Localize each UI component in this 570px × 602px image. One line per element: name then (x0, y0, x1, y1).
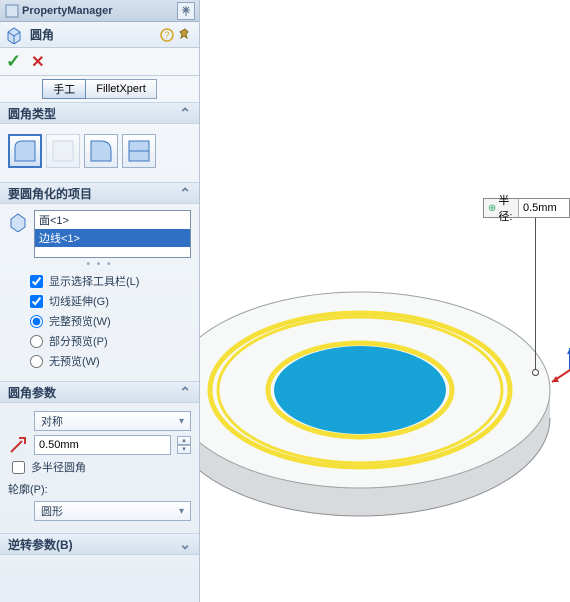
profile-select[interactable]: 圆形▾ (34, 501, 191, 521)
section-title: 逆转参数(B) (8, 536, 73, 553)
svg-text:?: ? (164, 30, 169, 40)
section-title: 圆角参数 (8, 384, 56, 401)
mode-tabs: 手工 FilletXpert (0, 76, 199, 102)
tab-manual[interactable]: 手工 (42, 79, 86, 99)
radius-callout[interactable]: 半径: 0.5mm (483, 198, 570, 218)
list-item[interactable]: 边线<1> (35, 229, 190, 247)
origin-triad[interactable] (545, 345, 570, 395)
spin-down[interactable]: ▾ (177, 445, 191, 454)
pin-button[interactable] (177, 2, 195, 20)
model-graphics (200, 0, 570, 602)
option-full-preview[interactable]: 完整预览(W) (8, 311, 191, 331)
option-multi-radius[interactable]: 多半径圆角 (8, 457, 191, 477)
section-items[interactable]: 要圆角化的项目 ⌃ (0, 182, 199, 204)
option-show-toolbar[interactable]: 显示选择工具栏(L) (8, 271, 191, 291)
blank-icon (8, 411, 28, 431)
fillet-icon (6, 26, 24, 44)
chevron-up-icon: ⌃ (179, 185, 191, 202)
option-no-preview[interactable]: 无预览(W) (8, 351, 191, 371)
callout-anchor (532, 369, 539, 376)
section-params[interactable]: 圆角参数 ⌃ (0, 381, 199, 403)
chevron-up-icon: ⌃ (179, 384, 191, 401)
ok-button[interactable]: ✓ (6, 51, 21, 72)
items-body: 面<1> 边线<1> • • • 显示选择工具栏(L) 切线延伸(G) 完整预览… (0, 204, 199, 381)
chevron-down-icon: ▾ (179, 506, 184, 517)
type-full-round[interactable] (122, 134, 156, 168)
ok-cancel-bar: ✓ ✕ (0, 48, 199, 76)
chevron-up-icon: ⌃ (179, 105, 191, 122)
callout-label: 半径: (484, 199, 519, 217)
feature-name: 圆角 (30, 26, 157, 43)
resize-grip[interactable]: • • • (8, 258, 191, 271)
list-item[interactable]: 面<1> (35, 211, 190, 229)
pushpin-icon[interactable] (177, 27, 193, 43)
callout-leader (535, 218, 536, 372)
symmetry-select[interactable]: 对称▾ (34, 411, 191, 431)
cancel-button[interactable]: ✕ (31, 52, 44, 72)
radius-spinner[interactable]: ▴▾ (177, 436, 191, 454)
profile-label: 轮廓(P): (8, 477, 191, 499)
section-title: 圆角类型 (8, 105, 56, 122)
selection-list[interactable]: 面<1> 边线<1> (34, 210, 191, 258)
section-fillet-type[interactable]: 圆角类型 ⌃ (0, 102, 199, 124)
edge-select-icon (8, 212, 28, 232)
titlebar: PropertyManager (0, 0, 199, 22)
type-constant-radius[interactable] (8, 134, 42, 168)
spin-up[interactable]: ▴ (177, 436, 191, 445)
params-body: 对称▾ 0.50mm ▴▾ 多半径圆角 轮廓(P): 圆形▾ (0, 403, 199, 533)
property-manager-panel: PropertyManager 圆角 ? ✓ ✕ 手工 FilletXpert … (0, 0, 200, 602)
panel-icon (4, 3, 20, 19)
blank-icon (8, 501, 28, 521)
tab-filletxpert[interactable]: FilletXpert (86, 79, 157, 99)
option-tangent[interactable]: 切线延伸(G) (8, 291, 191, 311)
chevron-down-icon: ▾ (179, 416, 184, 427)
type-variable-radius[interactable] (46, 134, 80, 168)
fillet-type-body (0, 124, 199, 182)
help-icon[interactable]: ? (159, 27, 175, 43)
titlebar-title: PropertyManager (22, 5, 177, 17)
option-partial-preview[interactable]: 部分预览(P) (8, 331, 191, 351)
radius-input[interactable]: 0.50mm (34, 435, 171, 455)
chevron-down-icon: ⌄ (179, 536, 191, 553)
graphics-viewport[interactable]: 半径: 0.5mm (200, 0, 570, 602)
radius-icon (8, 435, 28, 455)
section-title: 要圆角化的项目 (8, 185, 92, 202)
type-face-fillet[interactable] (84, 134, 118, 168)
feature-header: 圆角 ? (0, 22, 199, 48)
section-reverse[interactable]: 逆转参数(B) ⌄ (0, 533, 199, 555)
callout-value[interactable]: 0.5mm (519, 199, 569, 217)
